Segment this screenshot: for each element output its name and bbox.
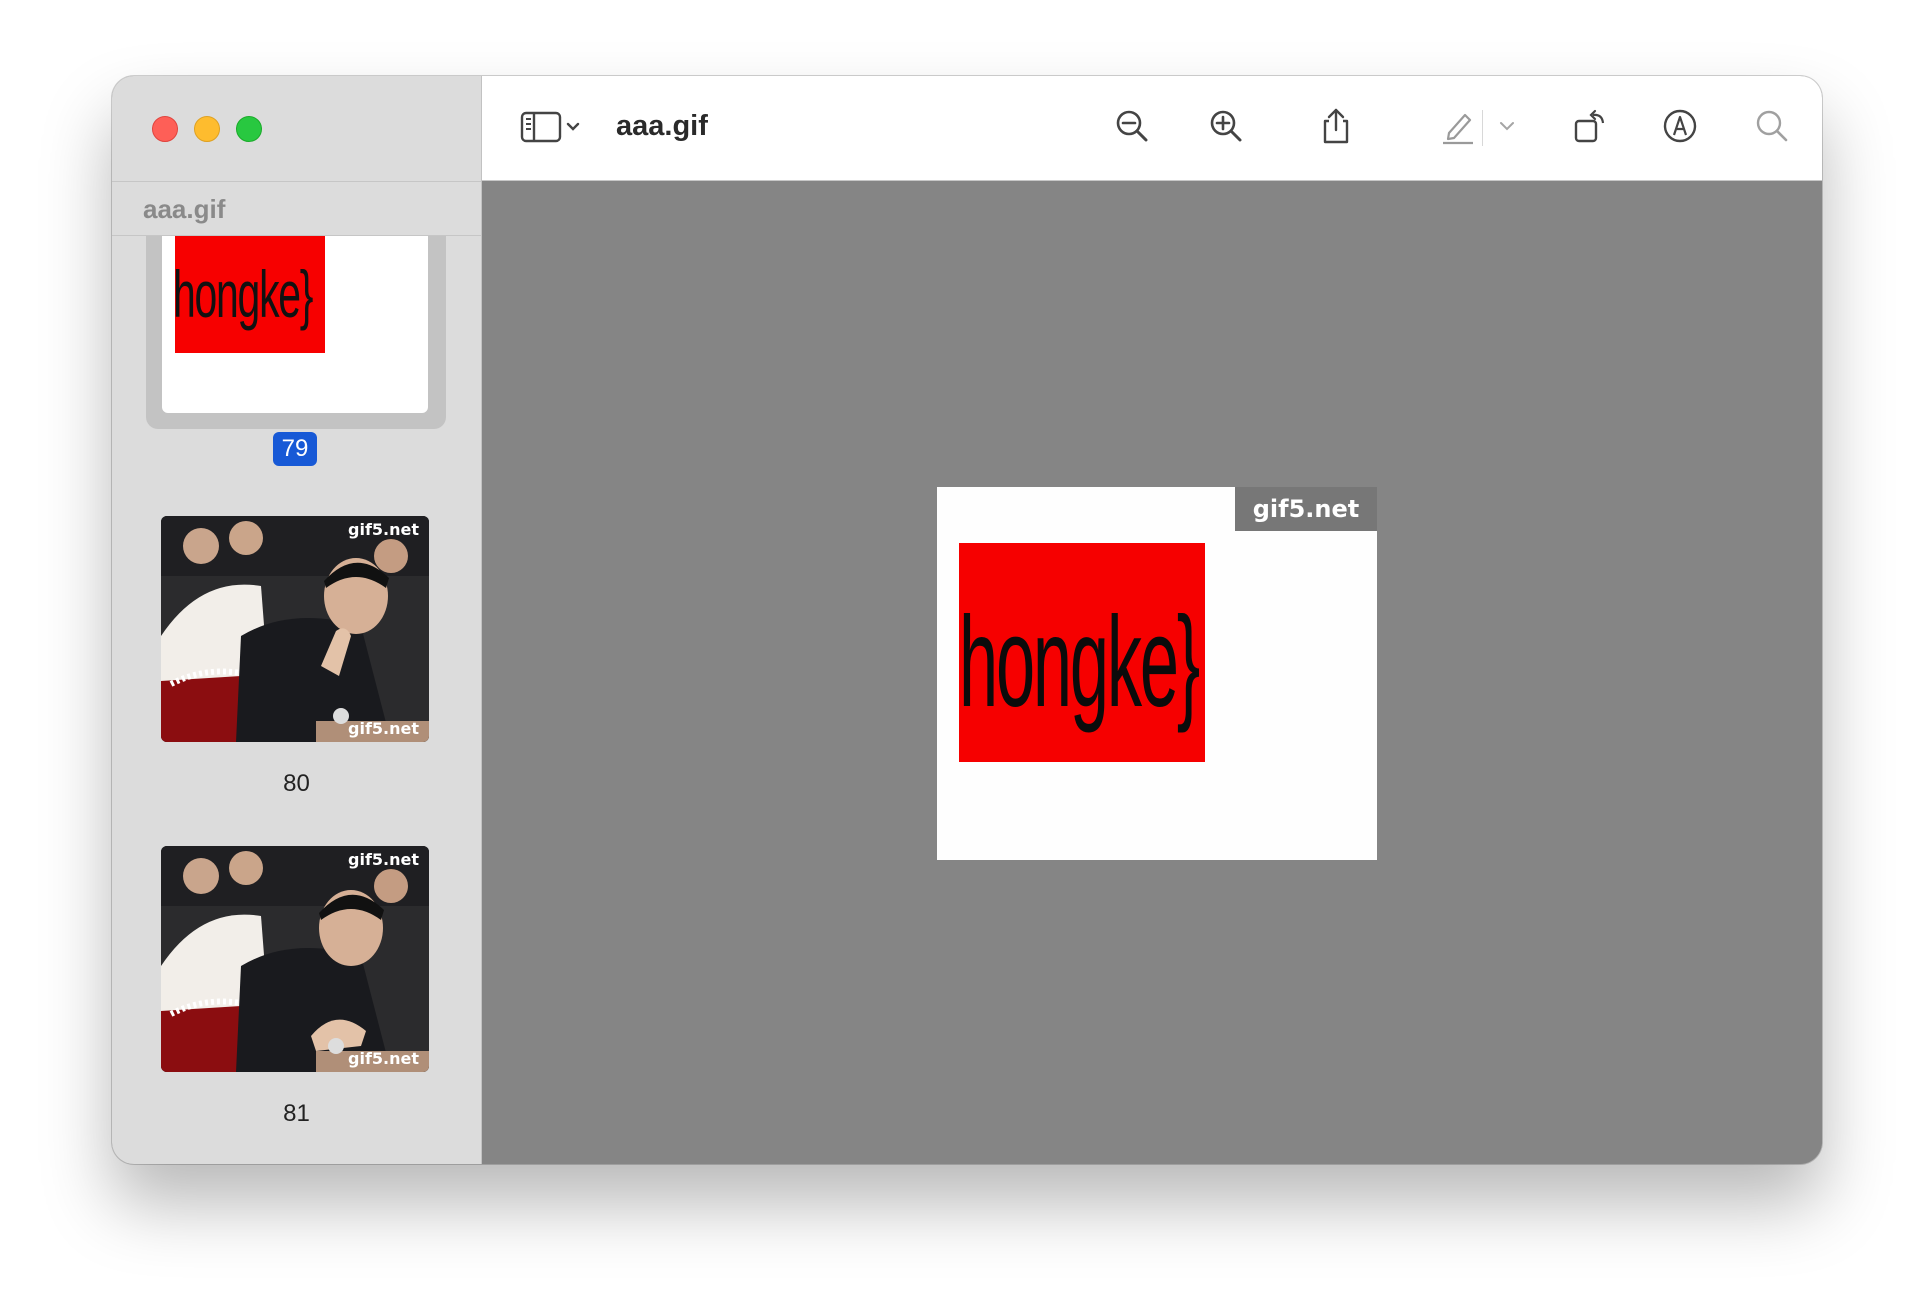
- highlight-menu-button[interactable]: [1492, 104, 1522, 148]
- search-button[interactable]: [1750, 104, 1794, 148]
- share-button[interactable]: [1314, 104, 1358, 148]
- thumbnail-watermark-top: gif5.net: [348, 520, 419, 539]
- sidebar-toggle-button[interactable]: [518, 104, 582, 148]
- close-window-button[interactable]: [152, 116, 178, 142]
- zoom-in-icon: [1210, 110, 1242, 142]
- highlight-pen-icon: [1443, 113, 1473, 145]
- frame-text: hongke}: [959, 591, 1200, 734]
- thumbnail-watermark-bottom: gif5.net: [348, 1049, 419, 1068]
- zoom-in-button[interactable]: [1204, 104, 1248, 148]
- photo-image: [161, 846, 429, 1072]
- traffic-lights: [152, 116, 262, 142]
- gif-frame: gif5.net hongke}: [937, 487, 1377, 860]
- thumbnail-watermark-top: gif5.net: [348, 850, 419, 869]
- markup-button[interactable]: [1658, 104, 1702, 148]
- thumbnail-item-81[interactable]: gif5.net gif5.net 81: [112, 846, 481, 1146]
- share-icon: [1323, 108, 1349, 144]
- sidebar: aaa.gif hongke} 79 gif5.net gif5.net 80 …: [112, 76, 482, 1164]
- photo-image: [161, 516, 429, 742]
- sidebar-header: aaa.gif: [112, 181, 481, 236]
- zoom-window-button[interactable]: [236, 116, 262, 142]
- sidebar-toggle-icon: [520, 111, 580, 143]
- thumbnail-image: gif5.net gif5.net: [161, 846, 429, 1072]
- thumbnail-watermark-bottom: gif5.net: [348, 719, 419, 738]
- page-number-badge: 79: [273, 432, 317, 466]
- document-title: aaa.gif: [616, 110, 708, 142]
- watermark-label: gif5.net: [1235, 487, 1377, 531]
- search-icon: [1756, 110, 1788, 142]
- page-number: 81: [283, 1100, 310, 1127]
- chevron-down-icon: [1500, 122, 1514, 131]
- zoom-out-icon: [1116, 110, 1148, 142]
- sidebar-title: aaa.gif: [143, 194, 226, 224]
- rotate-button[interactable]: [1568, 104, 1612, 148]
- toolbar-separator: [1482, 110, 1483, 146]
- thumbnail-item-79[interactable]: hongke} 79: [112, 216, 481, 476]
- red-text-box: hongke}: [959, 543, 1205, 762]
- zoom-out-button[interactable]: [1110, 104, 1154, 148]
- highlight-button[interactable]: [1436, 104, 1480, 148]
- minimize-window-button[interactable]: [194, 116, 220, 142]
- toolbar: aaa.gif: [482, 76, 1822, 181]
- thumbnail-image: gif5.net gif5.net: [161, 516, 429, 742]
- document-canvas[interactable]: gif5.net hongke}: [482, 181, 1822, 1164]
- rotate-icon: [1574, 109, 1605, 143]
- preview-window: aaa.gif hongke} 79 gif5.net gif5.net 80 …: [112, 76, 1822, 1164]
- thumbnail-red-box: hongke}: [175, 236, 325, 353]
- thumbnail-item-80[interactable]: gif5.net gif5.net 80: [112, 516, 481, 816]
- markup-icon: [1663, 109, 1697, 143]
- thumbnail-text: hongke}: [175, 257, 313, 331]
- page-number: 80: [283, 770, 310, 797]
